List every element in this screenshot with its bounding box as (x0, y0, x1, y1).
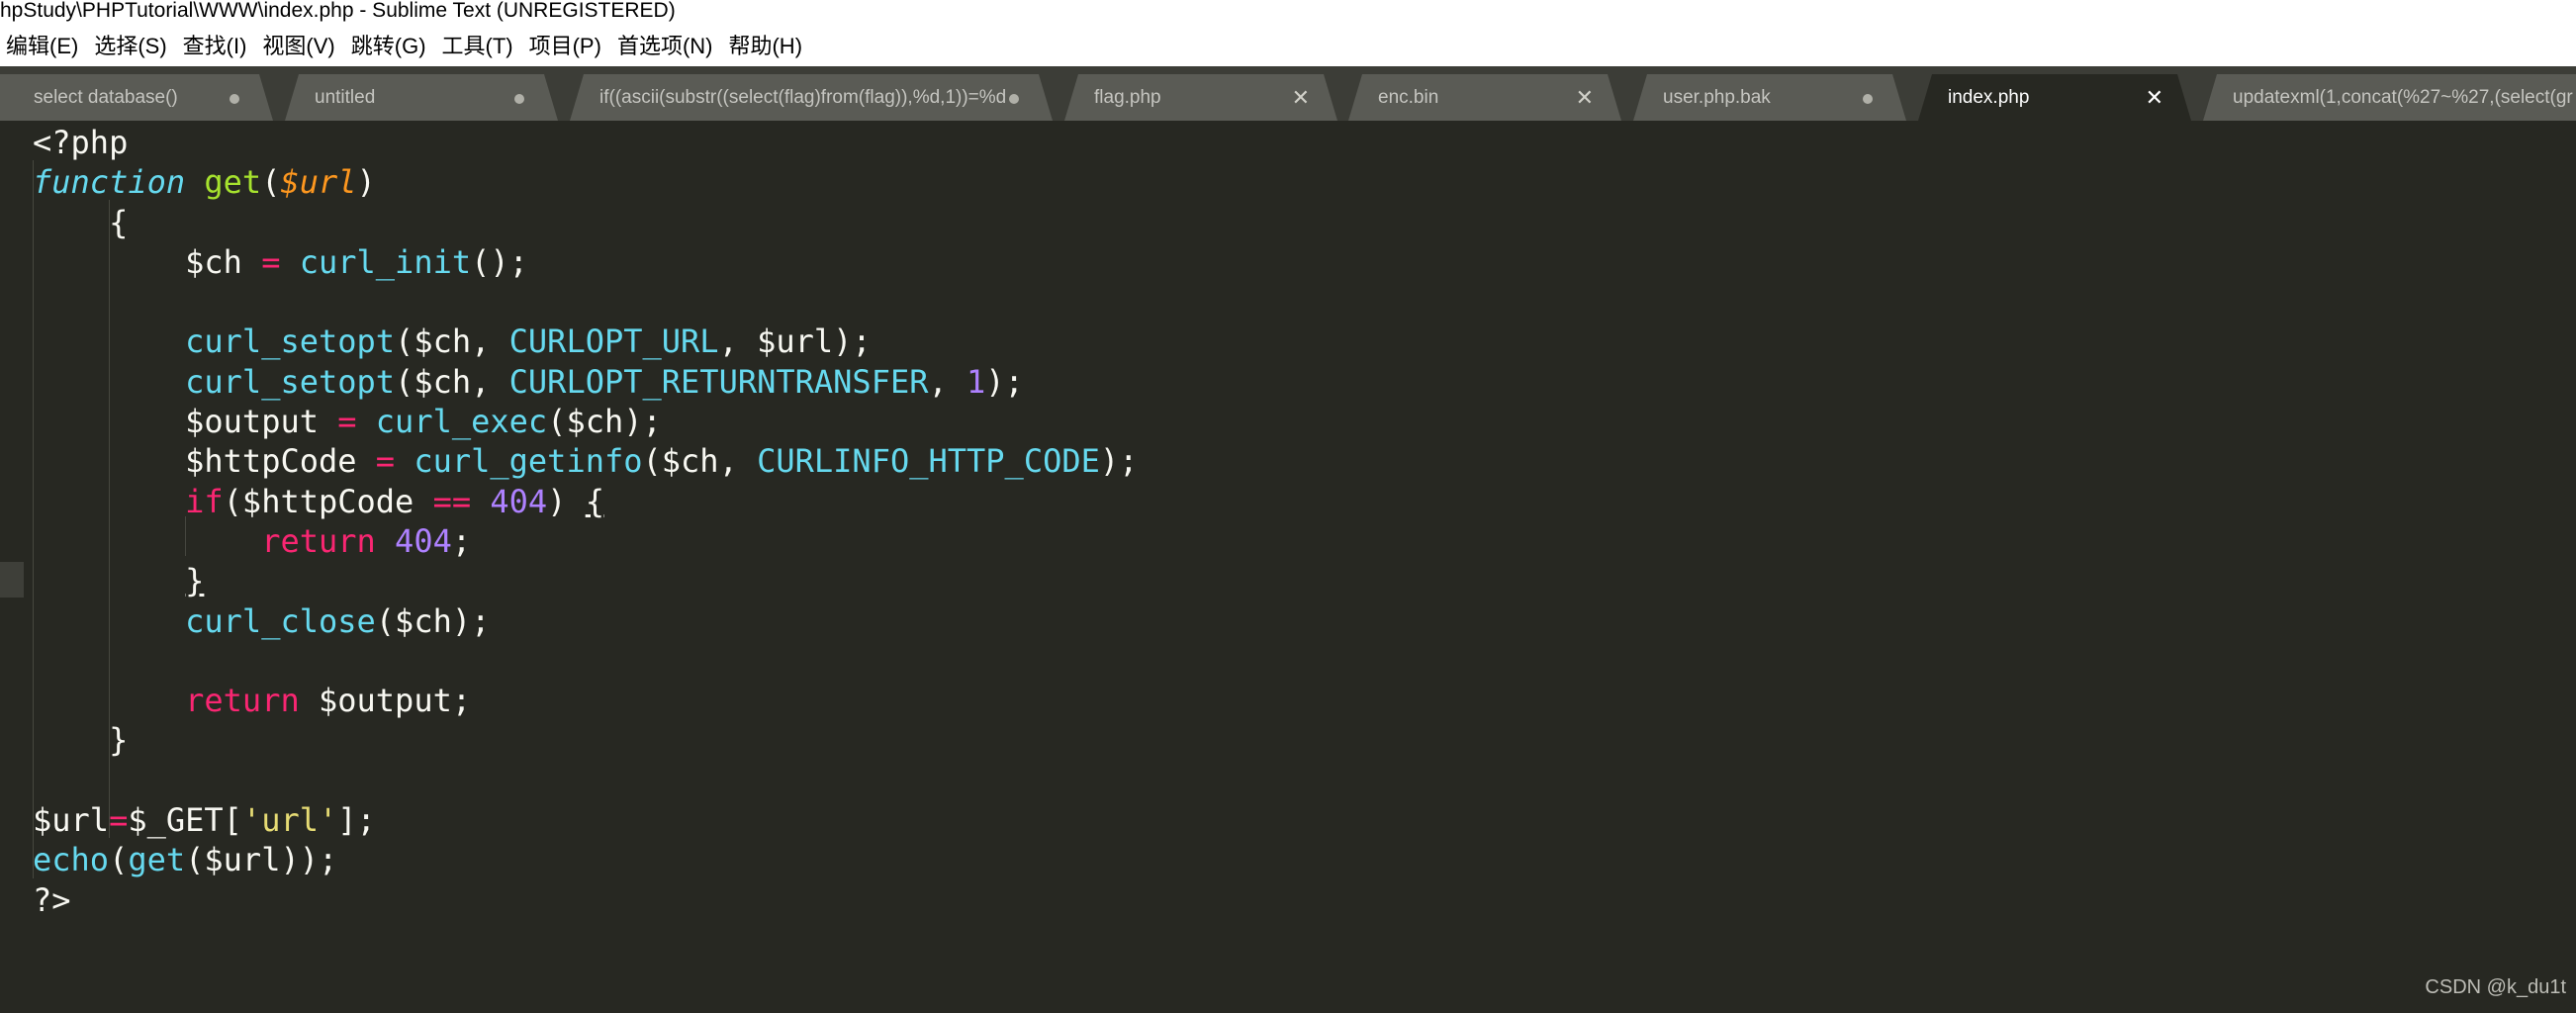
code-content[interactable]: <?php function get($url) { $ch = curl_in… (33, 123, 1138, 920)
menu-tools[interactable]: 工具(T) (442, 29, 513, 60)
code-line[interactable]: curl_setopt($ch, CURLOPT_RETURNTRANSFER,… (33, 363, 1024, 401)
window-title-bar: hpStudy\PHPTutorial\WWW\index.php - Subl… (0, 0, 2576, 22)
current-line-marker (0, 562, 24, 598)
code-line[interactable]: $url=$_GET['url']; (33, 801, 376, 839)
tab-updatexml-1-concat-27-27-select-gr[interactable]: updatexml(1,concat(%27~%27,(select(gr (2203, 74, 2576, 121)
unsaved-dot-icon[interactable] (514, 94, 524, 104)
tab-label: if((ascii(substr((select(flag)from(flag)… (599, 87, 1007, 108)
tab-label: user.php.bak (1663, 87, 1771, 108)
code-line[interactable]: function get($url) (33, 163, 376, 201)
code-line[interactable]: $httpCode = curl_getinfo($ch, CURLINFO_H… (33, 442, 1138, 480)
code-line[interactable]: <?php (33, 124, 128, 161)
menu-view[interactable]: 视图(V) (262, 29, 334, 60)
close-icon[interactable]: ✕ (1576, 85, 1594, 111)
code-line[interactable]: if($httpCode == 404) { (33, 483, 604, 520)
unsaved-dot-icon[interactable] (230, 94, 239, 104)
code-line[interactable]: return 404; (33, 522, 471, 560)
unsaved-dot-icon[interactable] (1009, 94, 1019, 104)
tab-select-database[interactable]: select database() (0, 74, 273, 121)
menu-selection[interactable]: 选择(S) (94, 29, 166, 60)
tab-label: untitled (315, 87, 376, 108)
tab-label: select database() (34, 87, 178, 108)
close-icon[interactable]: ✕ (2146, 85, 2163, 111)
code-line[interactable]: echo(get($url)); (33, 841, 337, 878)
unsaved-dot-icon[interactable] (1863, 94, 1873, 104)
watermark-text: CSDN @k_du1t (2425, 976, 2566, 998)
tab-strip: select database() untitled if((ascii(subst… (0, 66, 2576, 121)
tab-flag-php[interactable]: flag.php ✕ (1064, 74, 1337, 121)
tab-label: enc.bin (1378, 87, 1439, 108)
tab-user-php-bak[interactable]: user.php.bak (1633, 74, 1906, 121)
code-line[interactable]: } (33, 562, 204, 599)
window-title: hpStudy\PHPTutorial\WWW\index.php - Subl… (0, 0, 676, 22)
menu-help[interactable]: 帮助(H) (728, 29, 802, 60)
code-line[interactable]: curl_close($ch); (33, 602, 490, 640)
tab-label: flag.php (1094, 87, 1161, 108)
menu-bar: 编辑(E) 选择(S) 查找(I) 视图(V) 跳转(G) 工具(T) 项目(P) 首选项(N… (0, 22, 2576, 66)
code-line[interactable]: curl_setopt($ch, CURLOPT_URL, $url); (33, 322, 872, 360)
menu-find[interactable]: 查找(I) (183, 29, 247, 60)
tab-untitled[interactable]: untitled (285, 74, 558, 121)
tab-if-ascii-substr-select-flag-from-flag-d-1-d[interactable]: if((ascii(substr((select(flag)from(flag)… (570, 74, 1053, 121)
code-line[interactable]: } (33, 721, 128, 759)
code-line[interactable]: { (33, 204, 128, 241)
close-icon[interactable]: ✕ (1292, 85, 1310, 111)
tab-label: index.php (1948, 87, 2030, 108)
menu-goto[interactable]: 跳转(G) (351, 29, 426, 60)
code-line[interactable]: $ch = curl_init(); (33, 243, 528, 281)
tab-label: updatexml(1,concat(%27~%27,(select(gr (2233, 87, 2573, 108)
code-line[interactable]: return $output; (33, 682, 471, 719)
code-editor[interactable]: <?php function get($url) { $ch = curl_in… (0, 121, 2576, 1013)
menu-edit[interactable]: 编辑(E) (6, 29, 78, 60)
menu-project[interactable]: 项目(P) (529, 29, 601, 60)
tab-index-php[interactable]: index.php ✕ (1918, 74, 2191, 121)
code-line[interactable]: ?> (33, 881, 71, 919)
menu-preferences[interactable]: 首选项(N) (617, 29, 713, 60)
tab-enc-bin[interactable]: enc.bin ✕ (1348, 74, 1621, 121)
code-line[interactable]: $output = curl_exec($ch); (33, 403, 662, 440)
